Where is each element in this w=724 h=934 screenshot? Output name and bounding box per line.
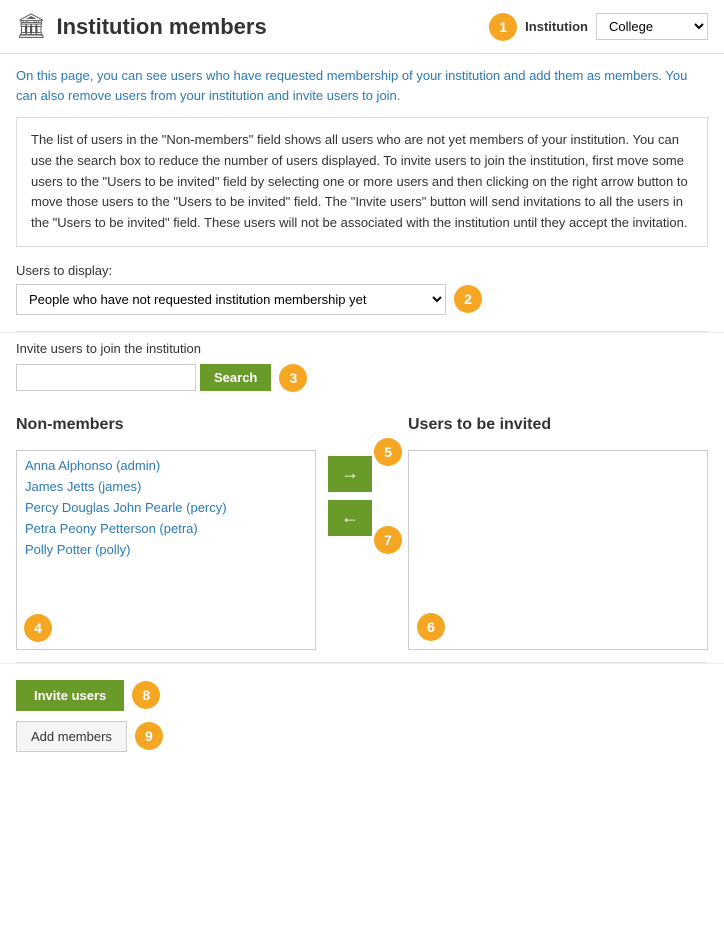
invited-list[interactable]: 6: [408, 450, 708, 650]
institution-select[interactable]: College University School: [596, 13, 708, 40]
non-members-list[interactable]: Anna Alphonso (admin) James Jetts (james…: [16, 450, 316, 650]
info-text: On this page, you can see users who have…: [0, 54, 724, 117]
invited-column: Users to be invited 6: [408, 416, 708, 650]
header-right: 1 Institution College University School: [489, 13, 708, 41]
badge-6: 6: [417, 613, 445, 641]
page-header: 🏛 Institution members 1 Institution Coll…: [0, 0, 724, 54]
institution-icon: 🏛: [16, 12, 46, 41]
badge-1: 1: [489, 13, 517, 41]
badge-4: 4: [24, 614, 52, 642]
users-display-section: Users to display: People who have not re…: [0, 263, 724, 331]
move-left-button[interactable]: ←: [328, 500, 372, 536]
arrow-area: → 5 ← 7: [316, 456, 384, 536]
badge-8: 8: [132, 681, 160, 709]
add-members-button[interactable]: Add members: [16, 721, 127, 752]
list-item[interactable]: Petra Peony Petterson (petra): [21, 518, 311, 539]
non-members-column: Non-members Anna Alphonso (admin) James …: [16, 416, 316, 650]
invite-btn-row: Invite users 8: [16, 680, 708, 711]
users-display-label: Users to display:: [16, 263, 708, 278]
invite-users-button[interactable]: Invite users: [16, 680, 124, 711]
badge-9: 9: [135, 722, 163, 750]
list-item[interactable]: Percy Douglas John Pearle (percy): [21, 497, 311, 518]
non-members-title: Non-members: [16, 416, 124, 434]
list-item[interactable]: James Jetts (james): [21, 476, 311, 497]
users-display-select[interactable]: People who have not requested institutio…: [16, 284, 446, 315]
invite-section: Invite users to join the institution Sea…: [0, 332, 724, 404]
search-row: Search 3: [16, 364, 708, 392]
search-button[interactable]: Search: [200, 364, 271, 391]
page-title: Institution members: [56, 14, 266, 40]
invited-title: Users to be invited: [408, 416, 551, 434]
badge-5: 5: [374, 438, 402, 466]
list-item[interactable]: Anna Alphonso (admin): [21, 455, 311, 476]
invite-section-title: Invite users to join the institution: [16, 341, 708, 356]
move-right-button[interactable]: →: [328, 456, 372, 492]
add-btn-row: Add members 9: [16, 721, 708, 752]
search-input[interactable]: [16, 364, 196, 391]
bottom-section: Invite users 8 Add members 9: [0, 663, 724, 768]
description-box: The list of users in the "Non-members" f…: [16, 117, 708, 247]
select-row: People who have not requested institutio…: [16, 284, 708, 315]
header-title-area: 🏛 Institution members: [16, 12, 489, 41]
badge-7: 7: [374, 526, 402, 554]
badge-2: 2: [454, 285, 482, 313]
institution-label: Institution: [525, 19, 588, 34]
members-area: Non-members Anna Alphonso (admin) James …: [0, 404, 724, 662]
list-item[interactable]: Polly Potter (polly): [21, 539, 311, 560]
badge-3: 3: [279, 364, 307, 392]
